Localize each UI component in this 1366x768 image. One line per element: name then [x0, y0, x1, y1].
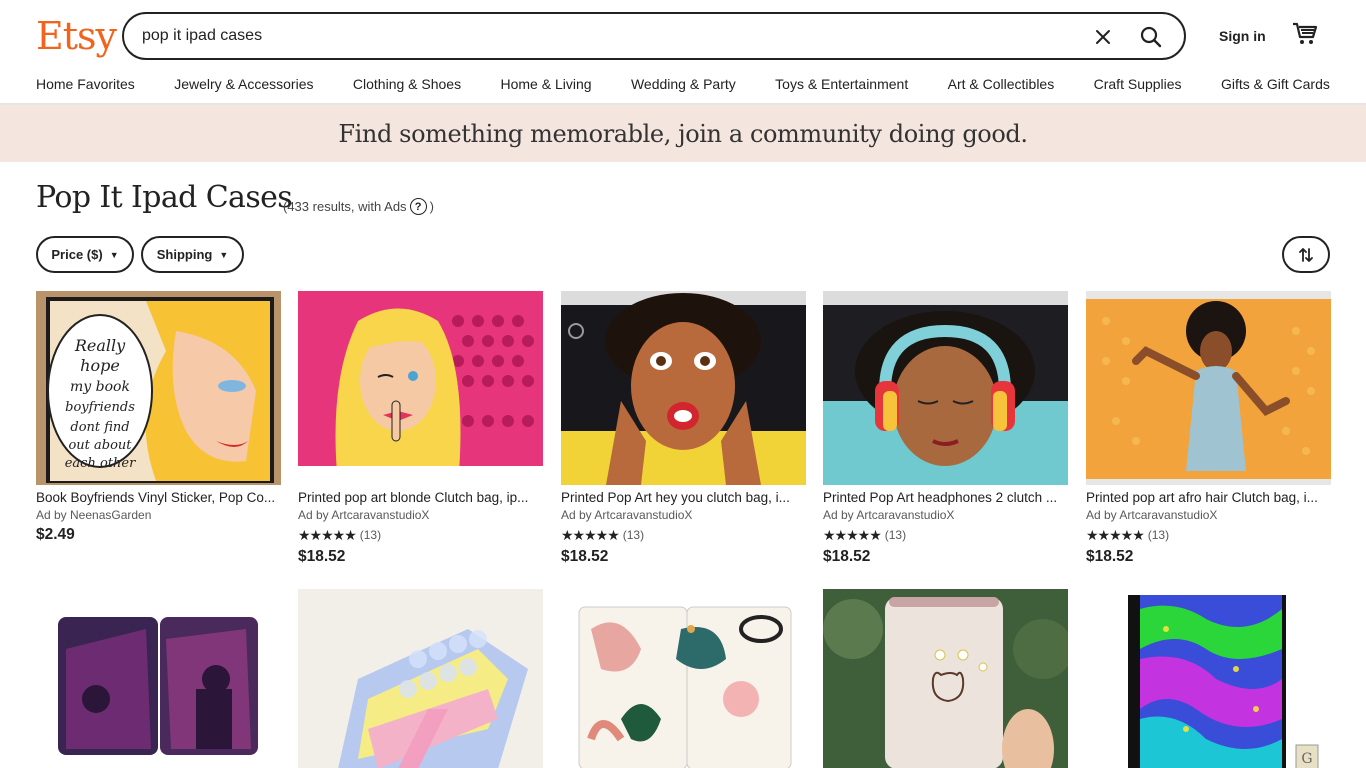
price-filter-button[interactable]: Price ($) ▼ — [36, 236, 134, 273]
listing-card[interactable]: Printed Pop Art headphones 2 clutch ... … — [823, 291, 1068, 568]
svg-text:hope: hope — [80, 356, 120, 375]
listing-rating: ★★★★★ (13) — [561, 524, 806, 546]
listing-image[interactable] — [298, 291, 543, 485]
listing-card[interactable] — [298, 589, 543, 768]
svg-text:boyfriends: boyfriends — [65, 400, 135, 415]
listing-card[interactable]: Printed Pop Art hey you clutch bag, i...… — [561, 291, 806, 568]
svg-text:G: G — [1301, 751, 1312, 767]
nav-item-home-favorites[interactable]: Home Favorites — [36, 76, 135, 94]
nav-item-toys-entertainment[interactable]: Toys & Entertainment — [775, 76, 908, 94]
close-icon — [1096, 30, 1110, 44]
listing-rating: ★★★★★ (13) — [823, 524, 1068, 546]
listing-image[interactable]: Really hope my book boyfriends dont find… — [36, 291, 281, 485]
caret-down-icon: ▼ — [219, 249, 229, 260]
listing-price: $18.52 — [1086, 548, 1134, 565]
search-button[interactable] — [1136, 22, 1166, 52]
listing-price: $18.52 — [298, 548, 346, 565]
listing-price: $18.52 — [561, 548, 609, 565]
results-count: (433 results, with Ads ? ) — [283, 198, 434, 215]
listing-card[interactable]: Printed pop art afro hair Clutch bag, i.… — [1086, 291, 1331, 568]
listing-title[interactable]: Book Boyfriends Vinyl Sticker, Pop Co... — [36, 489, 281, 506]
review-count: (13) — [622, 528, 645, 542]
listing-seller: Ad by ArtcaravanstudioX — [298, 508, 430, 522]
caret-down-icon: ▼ — [109, 249, 119, 260]
listing-card[interactable]: Really hope my book boyfriends dont find… — [36, 291, 281, 546]
listing-seller: Ad by NeenasGarden — [36, 508, 152, 522]
listing-card[interactable] — [36, 589, 281, 768]
nav-item-gifts-gift-cards[interactable]: Gifts & Gift Cards — [1221, 76, 1330, 94]
listing-image[interactable] — [823, 589, 1068, 768]
listing-card[interactable] — [823, 589, 1068, 768]
listing-image[interactable] — [298, 589, 543, 768]
listing-title[interactable]: Printed Pop Art hey you clutch bag, i... — [561, 489, 806, 506]
sort-button[interactable] — [1282, 236, 1330, 273]
cart-icon — [1293, 22, 1318, 44]
search-bar — [122, 12, 1186, 60]
svg-text:dont find: dont find — [70, 420, 129, 435]
listing-image[interactable] — [36, 589, 281, 768]
price-filter-label: Price ($) — [51, 247, 103, 262]
review-count: (13) — [884, 528, 907, 542]
svg-text:my book: my book — [70, 379, 130, 395]
listing-image[interactable] — [561, 589, 806, 768]
question-icon[interactable]: ? — [409, 198, 427, 215]
nav-item-wedding-party[interactable]: Wedding & Party — [631, 76, 736, 94]
search-icon — [1140, 26, 1162, 48]
listing-title[interactable]: Printed pop art blonde Clutch bag, ip... — [298, 489, 543, 506]
listing-image[interactable] — [561, 291, 806, 485]
nav-item-clothing-shoes[interactable]: Clothing & Shoes — [353, 76, 461, 94]
listing-card[interactable]: G — [1086, 589, 1331, 768]
listing-seller: Ad by ArtcaravanstudioX — [1086, 508, 1218, 522]
shipping-filter-button[interactable]: Shipping ▼ — [141, 236, 244, 273]
shipping-filter-label: Shipping — [156, 247, 213, 262]
results-count-close: ) — [429, 199, 434, 214]
nav-item-art-collectibles[interactable]: Art & Collectibles — [948, 76, 1055, 94]
listing-card[interactable] — [561, 589, 806, 768]
star-rating-icon: ★★★★★ — [561, 526, 620, 543]
promo-banner-text: Find something memorable, join a communi… — [338, 119, 1028, 148]
clear-search-button[interactable] — [1090, 24, 1116, 50]
listing-rating: ★★★★★ (13) — [298, 524, 543, 546]
star-rating-icon: ★★★★★ — [823, 526, 882, 543]
review-count: (13) — [359, 528, 382, 542]
results-count-text: (433 results, with Ads — [283, 199, 407, 214]
listing-title[interactable]: Printed pop art afro hair Clutch bag, i.… — [1086, 489, 1331, 506]
nav-item-craft-supplies[interactable]: Craft Supplies — [1094, 76, 1182, 94]
svg-text:Really: Really — [74, 336, 126, 355]
nav-item-home-living[interactable]: Home & Living — [501, 76, 592, 94]
listing-image[interactable] — [1086, 291, 1331, 485]
etsy-logo[interactable]: Etsy — [36, 14, 117, 58]
page-title: Pop It Ipad Cases — [36, 180, 293, 215]
star-rating-icon: ★★★★★ — [1086, 526, 1145, 543]
listing-title[interactable]: Printed Pop Art headphones 2 clutch ... — [823, 489, 1068, 506]
listing-card[interactable]: Printed pop art blonde Clutch bag, ip...… — [298, 291, 543, 568]
cart-button[interactable] — [1292, 22, 1318, 46]
review-count: (13) — [1147, 528, 1170, 542]
listing-price: $2.49 — [36, 526, 75, 543]
svg-text:each other: each other — [65, 456, 136, 471]
star-rating-icon: ★★★★★ — [298, 526, 357, 543]
category-nav: Home Favorites Jewelry & Accessories Clo… — [36, 76, 1330, 94]
promo-banner: Find something memorable, join a communi… — [0, 105, 1366, 162]
listing-rating: ★★★★★ (13) — [1086, 524, 1331, 546]
sign-in-link[interactable]: Sign in — [1219, 28, 1266, 44]
sort-arrows-icon — [1299, 247, 1313, 262]
nav-item-jewelry-accessories[interactable]: Jewelry & Accessories — [174, 76, 313, 94]
svg-text:out about: out about — [68, 438, 132, 453]
listing-seller: Ad by ArtcaravanstudioX — [561, 508, 693, 522]
listing-price: $18.52 — [823, 548, 871, 565]
search-input[interactable] — [142, 24, 1042, 48]
listing-seller: Ad by ArtcaravanstudioX — [823, 508, 955, 522]
listing-image[interactable]: G — [1086, 589, 1331, 768]
listing-image[interactable] — [823, 291, 1068, 485]
